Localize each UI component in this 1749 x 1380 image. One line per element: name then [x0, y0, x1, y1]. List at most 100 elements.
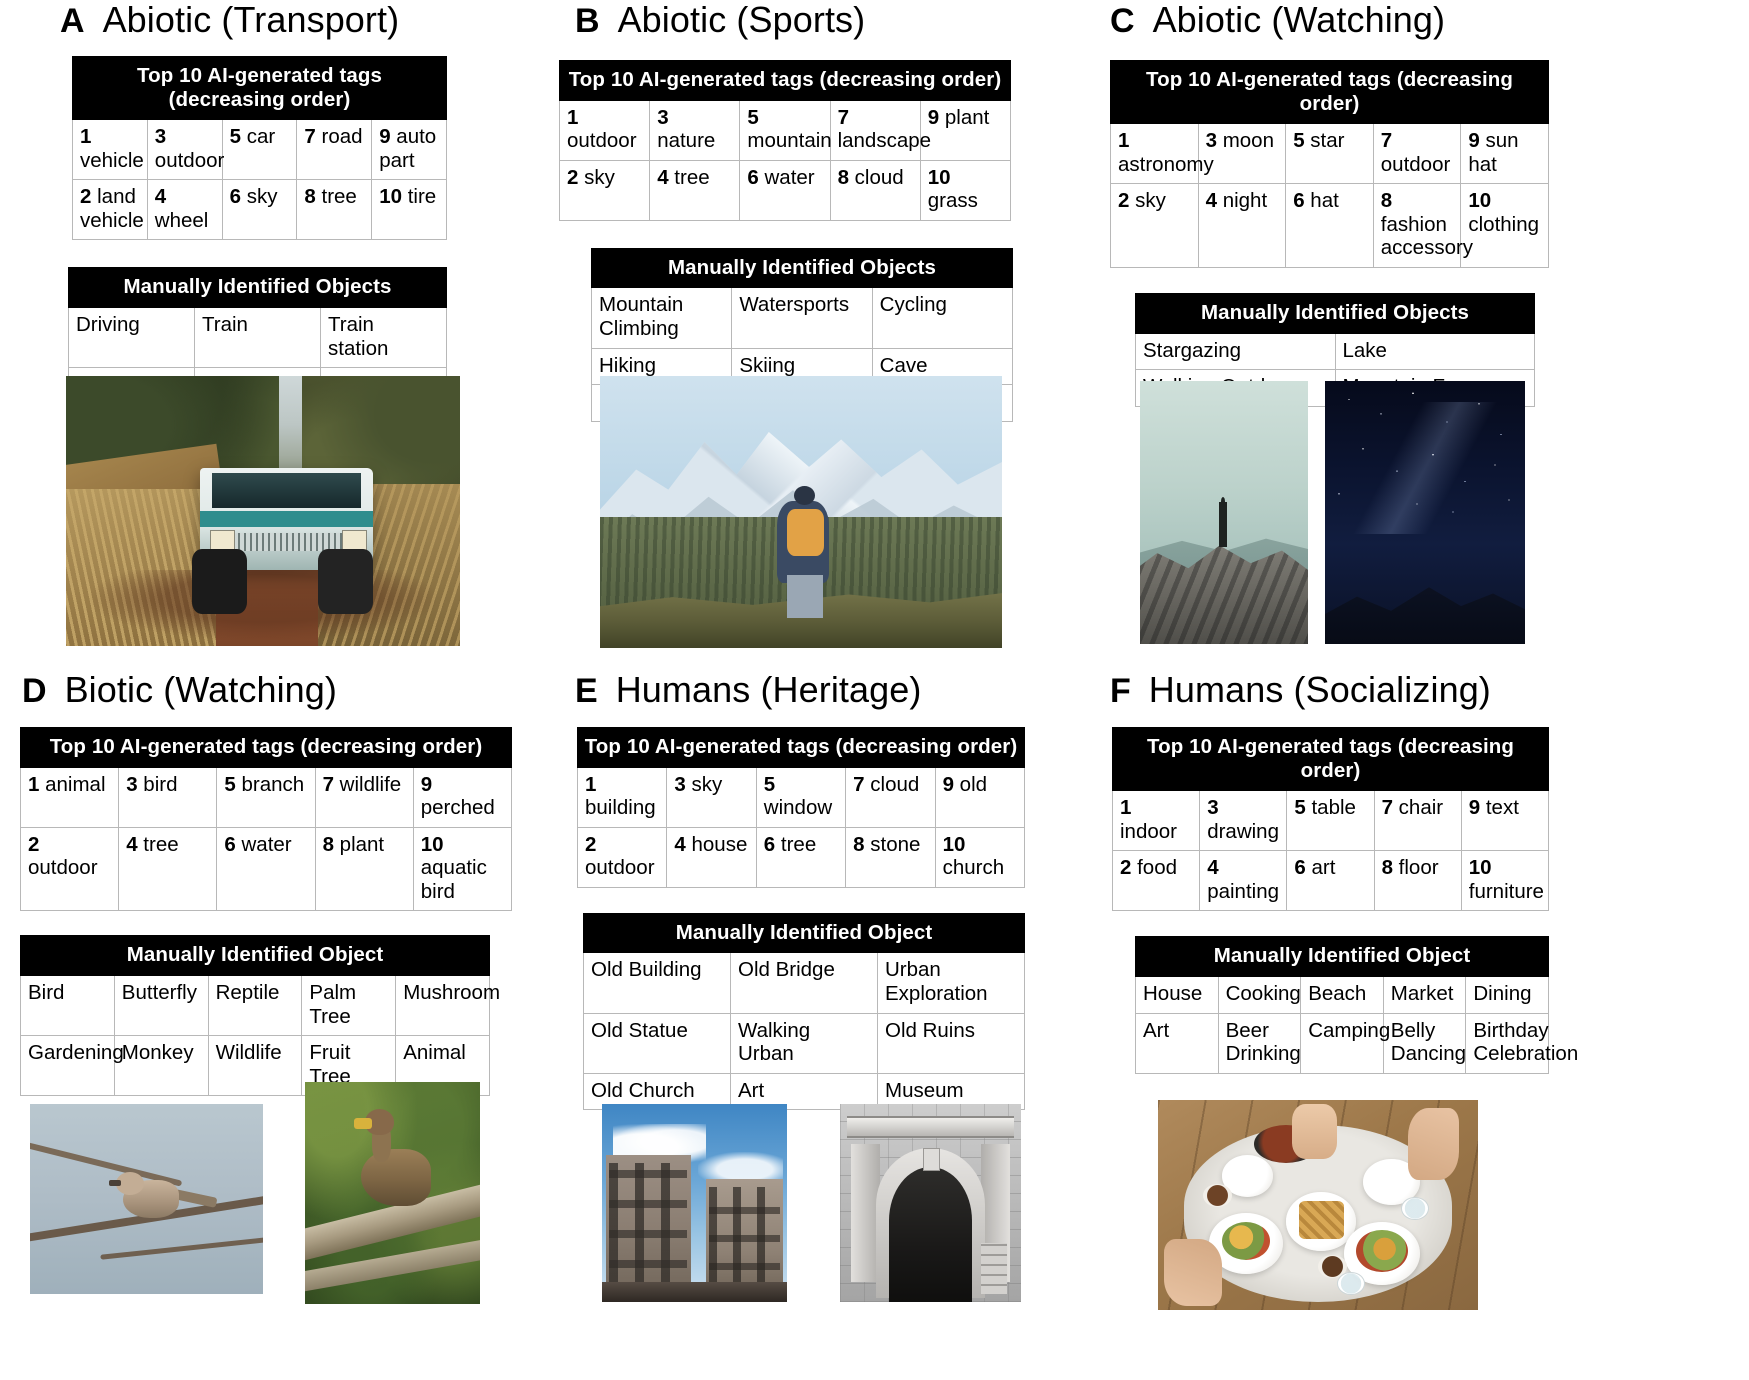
tag-cell: 2 food — [1113, 851, 1200, 911]
tag-cell: 4 house — [667, 827, 756, 887]
tag-cell: 1 astronomy — [1111, 124, 1199, 184]
tag-cell: 8 stone — [846, 827, 935, 887]
tag-cell: 5 star — [1286, 124, 1374, 184]
tag-cell: 4 wheel — [147, 180, 222, 240]
table-row: 1 indoor 3 drawing 5 table 7 chair 9 tex… — [1113, 791, 1549, 851]
tag-cell: 4 tree — [650, 160, 740, 220]
panel-f-title: Humans (Socializing) — [1149, 672, 1491, 708]
tag-cell: 1 indoor — [1113, 791, 1200, 851]
photo-hiker-mountains — [600, 376, 1002, 648]
object-cell: Beer Drinking — [1218, 1013, 1301, 1073]
tag-cell: 3 drawing — [1200, 791, 1287, 851]
table-row: 2 sky 4 tree 6 water 8 cloud 10 grass — [560, 160, 1011, 220]
tag-cell: 8 cloud — [830, 160, 920, 220]
panel-b: B Abiotic (Sports) Top 10 AI-generated t… — [575, 2, 1095, 422]
panel-a-title: Abiotic (Transport) — [103, 2, 400, 38]
tag-cell: 6 hat — [1286, 184, 1374, 268]
object-cell: Wildlife — [208, 1036, 302, 1096]
table-row: 1 building 3 sky 5 window 7 cloud 9 old — [578, 767, 1025, 827]
table-row: 2 sky 4 night 6 hat 8 fashion accessory … — [1111, 184, 1549, 268]
table-row: 2 outdoor 4 house 6 tree 8 stone 10 chur… — [578, 827, 1025, 887]
object-cell: Belly Dancing — [1383, 1013, 1466, 1073]
panel-a-letter: A — [60, 4, 85, 38]
tag-cell: 2 sky — [1111, 184, 1199, 268]
object-cell: Bird — [21, 975, 115, 1035]
panel-f-header: F Humans (Socializing) — [1110, 672, 1670, 708]
panel-c-photos — [1140, 381, 1525, 644]
panel-a-objects-header: Manually Identified Objects — [69, 268, 447, 308]
panel-c-header: C Abiotic (Watching) — [1110, 2, 1670, 38]
tag-cell: 1 outdoor — [560, 100, 650, 160]
tag-cell: 7 outdoor — [1373, 124, 1461, 184]
tag-cell: 7 chair — [1374, 791, 1461, 851]
panel-d-objects-header: Manually Identified Object — [21, 936, 490, 976]
table-row: 1 outdoor 3 nature 5 mountain 7 landscap… — [560, 100, 1011, 160]
panel-e-photos — [602, 1104, 1021, 1302]
photo-shared-meal-table — [1158, 1100, 1478, 1310]
tag-cell: 10 aquatic bird — [413, 827, 511, 911]
object-cell: Mushroom — [396, 975, 490, 1035]
tag-cell: 2 land vehicle — [73, 180, 148, 240]
photo-starry-night-sky — [1325, 381, 1525, 644]
tag-cell: 10 church — [935, 827, 1024, 887]
panel-e-tags-header: Top 10 AI-generated tags (decreasing ord… — [578, 728, 1025, 768]
object-cell: Lake — [1335, 333, 1535, 370]
table-row: House Cooking Beach Market Dining — [1136, 976, 1549, 1013]
photo-person-on-rock — [1140, 381, 1308, 644]
object-cell: Beach — [1301, 976, 1384, 1013]
tag-cell: 8 fashion accessory — [1373, 184, 1461, 268]
panel-c: C Abiotic (Watching) Top 10 AI-generated… — [1110, 2, 1670, 407]
photo-offroad-vehicle — [66, 376, 460, 646]
table-row: 2 land vehicle 4 wheel 6 sky 8 tree 10 t… — [73, 180, 447, 240]
figure-root: A Abiotic (Transport) Top 10 AI-generate… — [0, 0, 1749, 1380]
panel-c-objects-header: Manually Identified Objects — [1136, 293, 1535, 333]
object-cell: Mountain Climbing — [592, 288, 732, 348]
panel-d: D Biotic (Watching) Top 10 AI-generated … — [22, 672, 542, 1096]
tag-cell: 9 auto part — [372, 120, 447, 180]
tag-cell: 6 water — [217, 827, 315, 911]
panel-f-tags-table: Top 10 AI-generated tags (decreasing ord… — [1112, 727, 1549, 911]
photo-stone-arch-bw — [840, 1104, 1021, 1302]
tag-cell: 2 outdoor — [578, 827, 667, 887]
panel-e-letter: E — [575, 674, 598, 708]
tag-cell: 7 road — [297, 120, 372, 180]
table-row: Mountain Climbing Watersports Cycling — [592, 288, 1013, 348]
object-cell: Old Statue — [584, 1013, 731, 1073]
panel-f-objects-header: Manually Identified Object — [1136, 937, 1549, 977]
panel-c-tags-header: Top 10 AI-generated tags (decreasing ord… — [1111, 61, 1549, 124]
tag-cell: 8 plant — [315, 827, 413, 911]
tag-cell: 6 water — [740, 160, 830, 220]
panel-b-tags-table: Top 10 AI-generated tags (decreasing ord… — [559, 60, 1011, 221]
tag-cell: 6 art — [1287, 851, 1374, 911]
tag-cell: 8 tree — [297, 180, 372, 240]
panel-a-header: A Abiotic (Transport) — [60, 2, 560, 38]
tag-cell: 1 vehicle — [73, 120, 148, 180]
object-cell: Reptile — [208, 975, 302, 1035]
tag-cell: 5 table — [1287, 791, 1374, 851]
panel-f-tags-header: Top 10 AI-generated tags (decreasing ord… — [1113, 728, 1549, 791]
panel-d-objects-table: Manually Identified Object Bird Butterfl… — [20, 935, 490, 1096]
tag-cell: 7 cloud — [846, 767, 935, 827]
panel-d-tags-table: Top 10 AI-generated tags (decreasing ord… — [20, 727, 512, 911]
tag-cell: 1 animal — [21, 767, 119, 827]
panel-b-objects-header: Manually Identified Objects — [592, 248, 1013, 288]
tag-cell: 3 outdoor — [147, 120, 222, 180]
tag-cell: 10 tire — [372, 180, 447, 240]
object-cell: Gardening — [21, 1036, 115, 1096]
panel-e-title: Humans (Heritage) — [616, 672, 922, 708]
object-cell: Camping — [1301, 1013, 1384, 1073]
tag-cell: 2 outdoor — [21, 827, 119, 911]
photo-duck-on-log — [305, 1082, 480, 1304]
tag-cell: 6 tree — [756, 827, 845, 887]
tag-cell: 4 tree — [119, 827, 217, 911]
panel-c-title: Abiotic (Watching) — [1153, 2, 1446, 38]
panel-d-photos — [30, 1104, 480, 1304]
table-row: Bird Butterfly Reptile Palm Tree Mushroo… — [21, 975, 490, 1035]
object-cell: Watersports — [732, 288, 872, 348]
object-cell: Market — [1383, 976, 1466, 1013]
tag-cell: 8 floor — [1374, 851, 1461, 911]
panel-f: F Humans (Socializing) Top 10 AI-generat… — [1110, 672, 1670, 1074]
tag-cell: 3 nature — [650, 100, 740, 160]
object-cell: Train — [195, 307, 321, 367]
tag-cell: 6 sky — [222, 180, 297, 240]
